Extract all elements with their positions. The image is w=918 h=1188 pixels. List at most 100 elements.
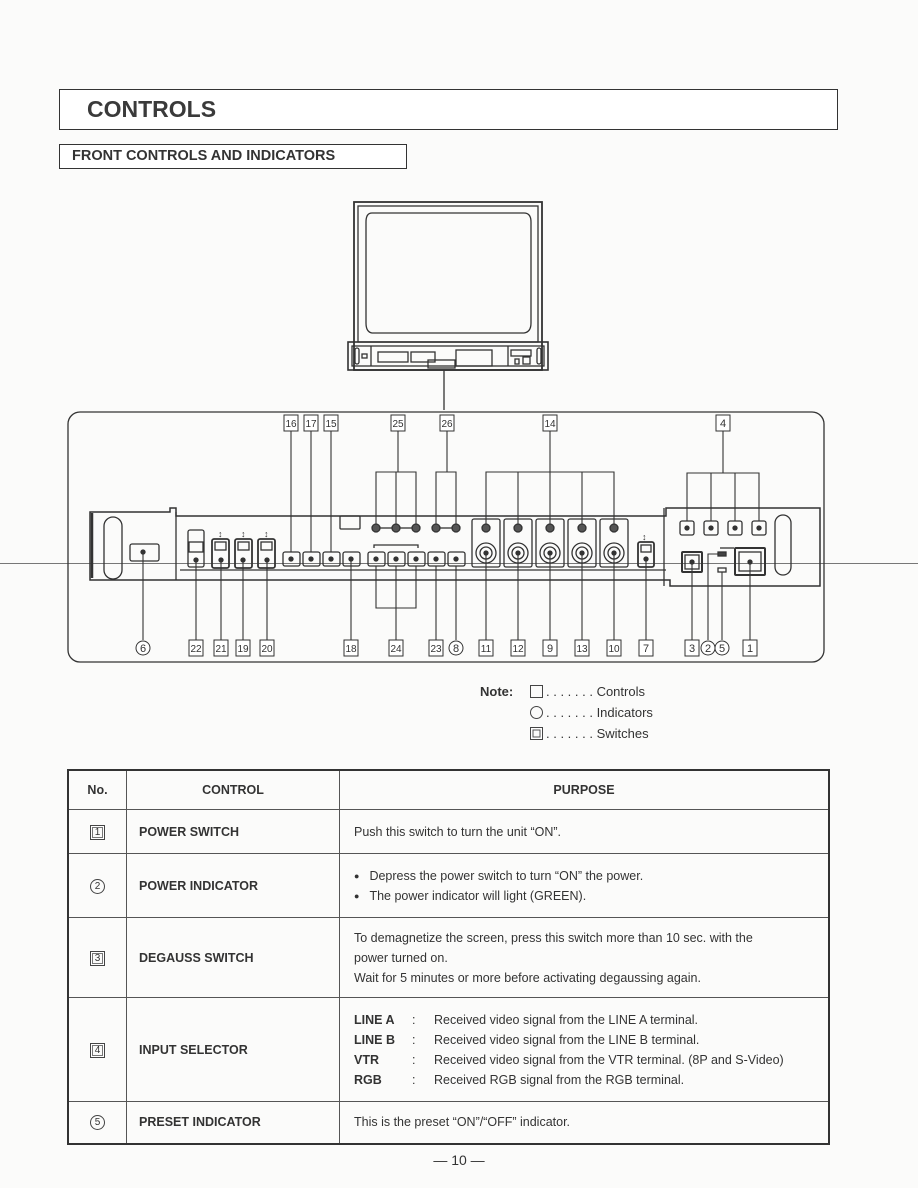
header-control: CONTROL [126,769,340,810]
callout-7: 7 [638,639,654,657]
square-icon [530,685,543,698]
callout-19: 19 [235,639,251,657]
controls-table: No. CONTROL PURPOSE 1 POWER SWITCH Push … [67,769,830,1145]
callout-number: 25 [392,419,404,430]
legend-indicators-text: . . . . . . . Indicators [546,705,653,720]
callout-number: 22 [190,644,202,655]
callout-number: 13 [576,644,588,655]
callout-11: 11 [478,639,494,657]
callout-number: 20 [261,644,273,655]
callout-number: 9 [547,643,553,655]
purpose-text: LINE A: Received video signal from the LI… [339,997,830,1102]
callout-number: 6 [140,643,146,655]
callout-21: 21 [213,639,229,657]
callout-9: 9 [542,639,558,657]
callout-3: 3 [684,639,700,657]
callout-22: 22 [188,639,204,657]
callout-number: 12 [512,644,524,655]
table-row: 5 PRESET INDICATOR This is the preset “O… [67,1101,830,1144]
number-badge: 4 [90,1042,105,1058]
control-name: DEGAUSS SWITCH [126,917,340,998]
callout-number: 14 [544,419,556,430]
note-label: Note: [480,684,514,699]
table-row: 4 INPUT SELECTOR LINE A: Received video s… [67,997,830,1102]
table-row: 3 DEGAUSS SWITCH To demagnetize the scre… [67,917,830,998]
control-name: POWER INDICATOR [126,853,340,918]
purpose-text: This is the preset “ON”/“OFF” indicator. [339,1101,830,1144]
callout-18: 18 [343,639,359,657]
bullet-item: Depress the power switch to turn “ON” th… [354,866,814,886]
purpose-text: Depress the power switch to turn “ON” th… [339,853,830,918]
number-badge: 3 [90,950,105,966]
table-header-row: No. CONTROL PURPOSE [67,769,830,810]
svg-text:↕: ↕ [218,529,223,539]
control-name: INPUT SELECTOR [126,997,340,1102]
callout-8: 8 [448,640,464,656]
table-row: 2 POWER INDICATOR Depress the power swit… [67,853,830,918]
number-badge: 1 [90,824,105,840]
callout-13: 13 [574,639,590,657]
selector-line: LINE A: Received video signal from the LI… [354,1012,699,1027]
callout-number: 21 [215,644,227,655]
callout-15: 15 [323,414,339,432]
callout-number: 7 [643,643,649,655]
callout-10: 10 [606,639,622,657]
front-panel-diagram: ↕ ↕ ↕ ↕ 16 17 15 25 26 14 4 6 22 21 19 2… [67,201,825,663]
callout-number: 19 [237,644,249,655]
bullet-item: The power indicator will light (GREEN). [354,886,814,906]
control-name: POWER SWITCH [126,809,340,854]
callout-24: 24 [388,639,404,657]
callout-number: 16 [285,419,297,430]
header-no: No. [67,769,127,810]
page-title: CONTROLS [87,96,217,122]
selector-line: LINE B: Received video signal from the LI… [354,1032,700,1047]
table-row: 1 POWER SWITCH Push this switch to turn … [67,809,830,854]
number-badge: 2 [90,878,105,894]
callout-number: 23 [430,644,442,655]
svg-text:↕: ↕ [241,529,246,539]
subsection-title: FRONT CONTROLS AND INDICATORS [72,148,336,164]
number-badge: 5 [90,1115,105,1131]
callout-20: 20 [259,639,275,657]
callout-number: 8 [453,643,459,655]
callout-number: 10 [608,644,620,655]
monitor-illustration [347,201,549,410]
selector-line: RGB: Received RGB signal from the RGB ter… [354,1072,685,1087]
callout-25: 25 [390,414,406,432]
callout-6: 6 [135,640,151,656]
subsection-title-box: FRONT CONTROLS AND INDICATORS [59,144,407,169]
legend-indicators: . . . . . . . Indicators [530,705,653,723]
callout-number: 24 [390,644,402,655]
control-name: PRESET INDICATOR [126,1101,340,1144]
svg-text:↕: ↕ [264,529,269,539]
header-purpose: PURPOSE [339,769,830,810]
callout-23: 23 [428,639,444,657]
section-title-box: CONTROLS [59,89,838,130]
legend-switches: . . . . . . . Switches [530,726,649,744]
callout-number: 2 [705,643,711,655]
callout-4: 4 [715,414,731,432]
callout-2: 2 [700,640,716,656]
top-callout-labels: 16 17 15 25 26 14 4 [283,414,731,432]
callout-number: 11 [481,644,492,655]
callout-number: 4 [720,418,726,430]
svg-text:↕: ↕ [642,532,647,542]
callout-16: 16 [283,414,299,432]
legend-controls-text: . . . . . . . Controls [546,684,645,699]
switch-square-icon [530,727,543,740]
circle-icon [530,706,543,719]
legend-switches-text: . . . . . . . Switches [546,726,649,741]
callout-26: 26 [439,414,455,432]
callout-number: 26 [441,419,453,430]
callout-5: 5 [714,640,730,656]
callout-number: 17 [305,419,317,430]
callout-1: 1 [742,639,758,657]
legend-controls: . . . . . . . Controls [530,684,645,702]
callout-number: 5 [719,643,725,655]
callout-number: 18 [345,644,357,655]
callout-number: 1 [747,643,753,655]
selector-line: VTR: Received video signal from the VTR t… [354,1052,784,1067]
callout-number: 15 [325,419,337,430]
callout-12: 12 [510,639,526,657]
callout-17: 17 [303,414,319,432]
